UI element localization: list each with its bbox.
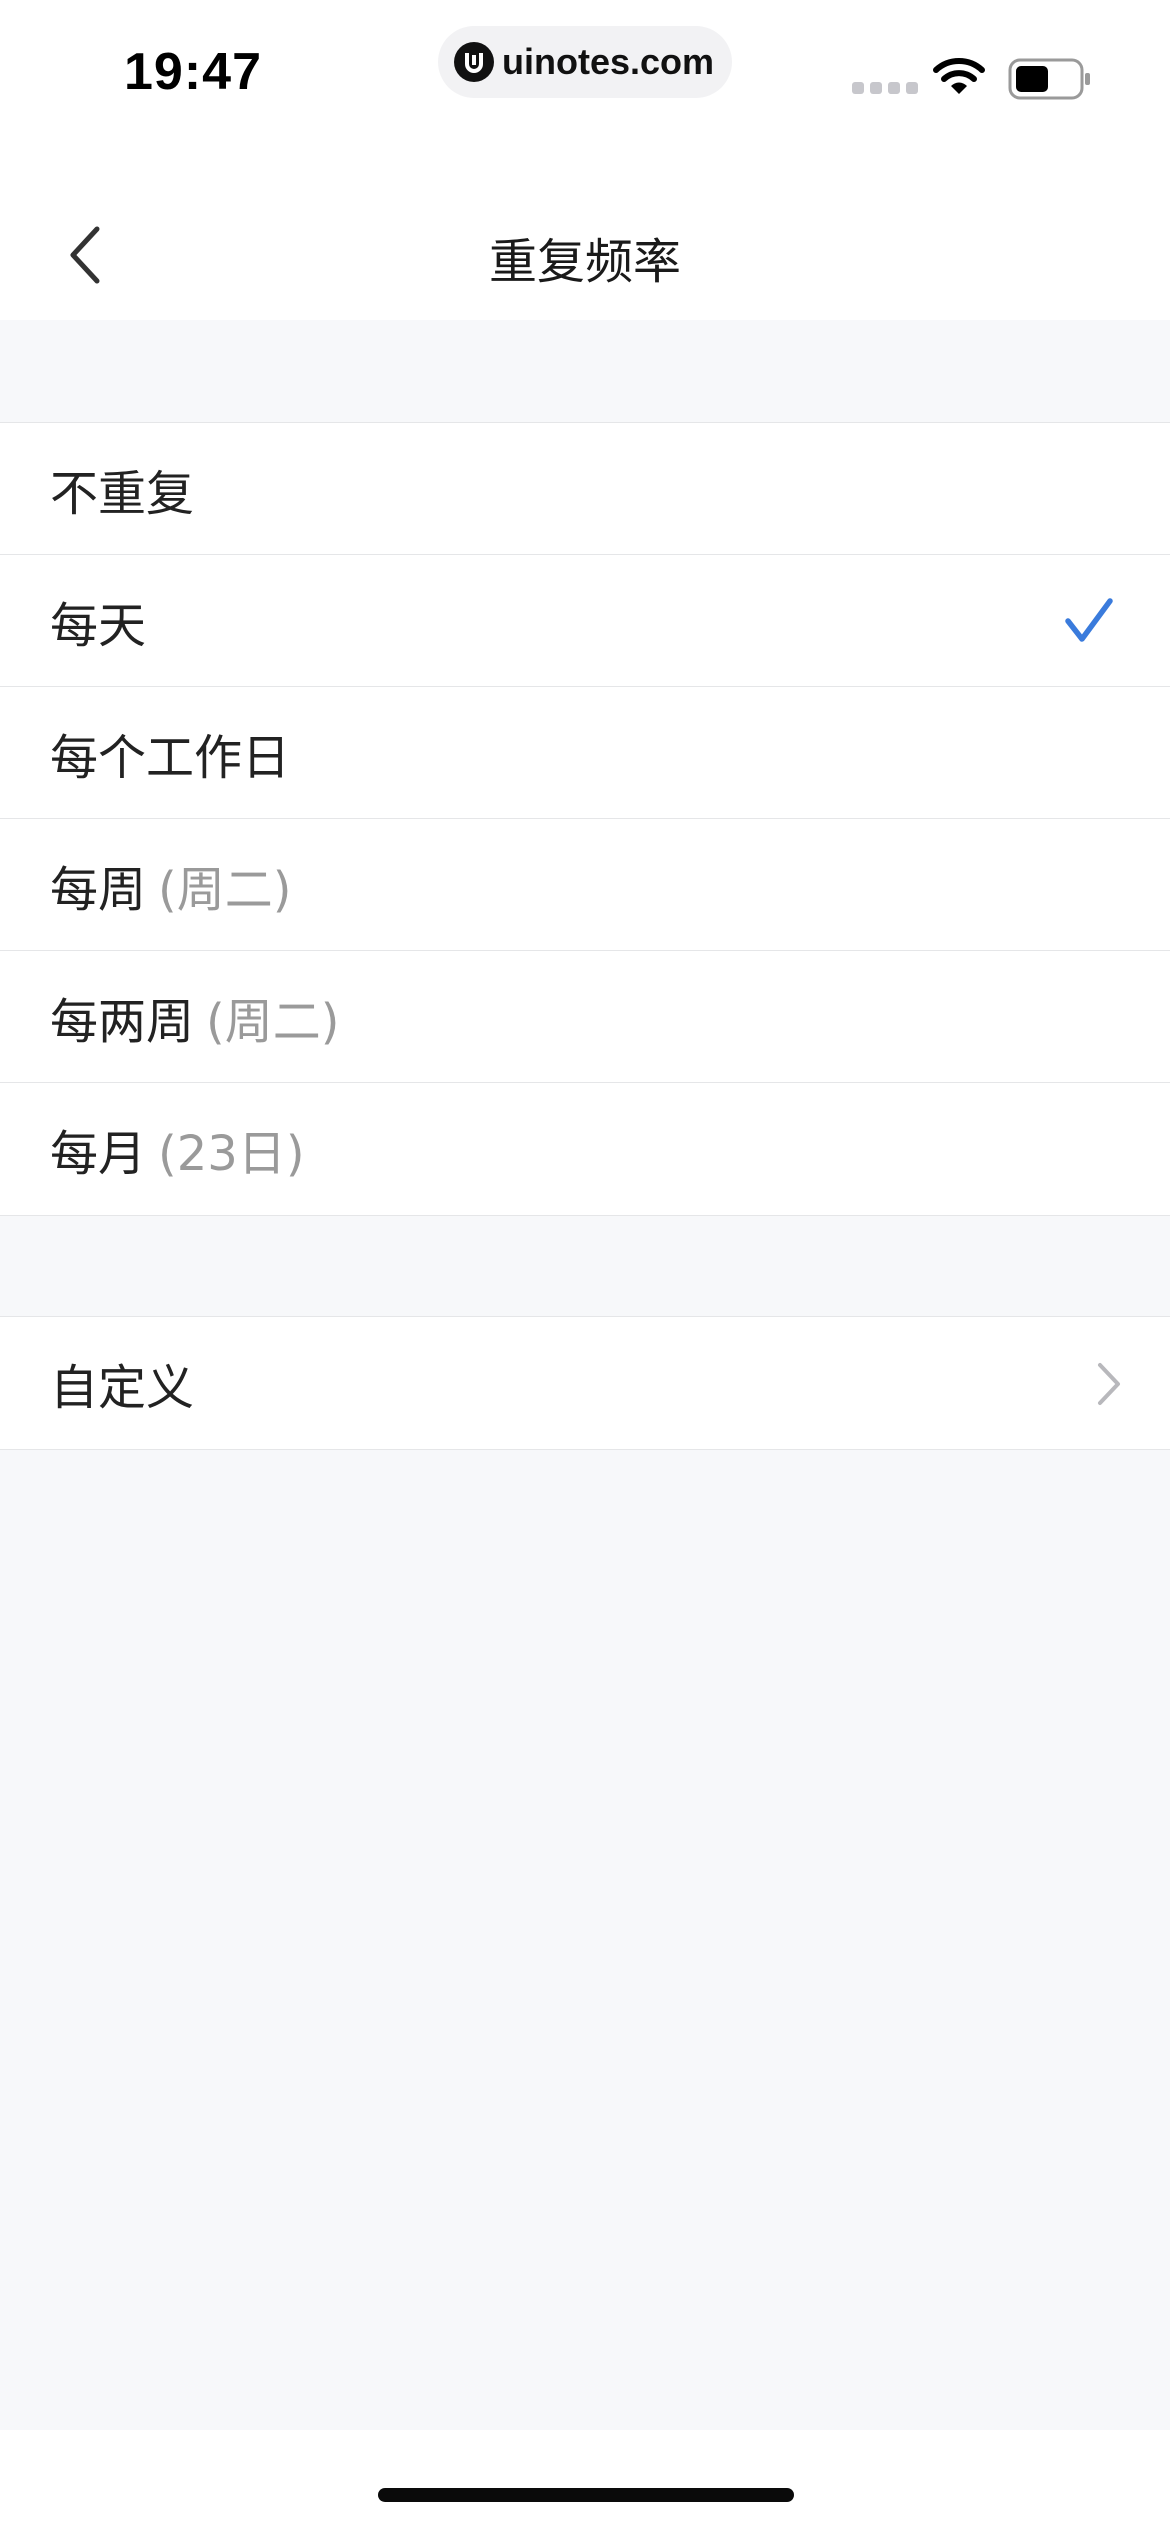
option-label: 每月 xyxy=(50,1126,147,1182)
home-indicator-area xyxy=(0,2430,1170,2532)
option-hint: (周二) xyxy=(158,861,292,918)
option-hint: (23日) xyxy=(158,1126,305,1182)
signal-icon xyxy=(852,82,918,94)
url-text: uinotes.com xyxy=(502,41,715,82)
custom-options-list: 自定义 xyxy=(0,1316,1170,1450)
page-title: 重复频率 xyxy=(488,234,681,290)
option-weekdays[interactable]: 每个工作日 xyxy=(0,687,1170,819)
status-time: 19:47 xyxy=(124,43,262,101)
frequency-options-list: 不重复 每天 每个工作日 每周 (周二) 每两周 (周二) 每月 (23日) xyxy=(0,422,1170,1216)
option-label: 每周 xyxy=(50,861,147,918)
option-label: 每两周 xyxy=(50,993,195,1050)
option-custom[interactable]: 自定义 xyxy=(0,1317,1170,1449)
site-logo-icon xyxy=(454,42,494,82)
option-no-repeat[interactable]: 不重复 xyxy=(0,423,1170,555)
chevron-right-icon xyxy=(1098,1363,1120,1405)
option-hint: (周二) xyxy=(206,993,340,1050)
option-label: 不重复 xyxy=(50,465,195,522)
url-pill[interactable]: uinotes.com xyxy=(438,26,732,98)
navigation-bar: 重复频率 xyxy=(0,150,1170,320)
checkmark-icon xyxy=(1065,598,1113,642)
option-monthly[interactable]: 每月 (23日) xyxy=(0,1083,1170,1215)
option-weekly[interactable]: 每周 (周二) xyxy=(0,819,1170,951)
option-label: 自定义 xyxy=(50,1360,195,1416)
repeat-frequency-screen: 19:47 uinotes.com 重复频率 不重复 每天 每个工作日 每周 (… xyxy=(0,0,1170,2532)
battery-icon xyxy=(1008,58,1092,104)
option-label: 每天 xyxy=(50,597,147,654)
status-bar: 19:47 uinotes.com xyxy=(0,0,1170,150)
option-daily[interactable]: 每天 xyxy=(0,555,1170,687)
option-label: 每个工作日 xyxy=(50,729,291,786)
wifi-icon xyxy=(932,56,986,100)
home-indicator[interactable] xyxy=(378,2488,794,2502)
option-biweekly[interactable]: 每两周 (周二) xyxy=(0,951,1170,1083)
